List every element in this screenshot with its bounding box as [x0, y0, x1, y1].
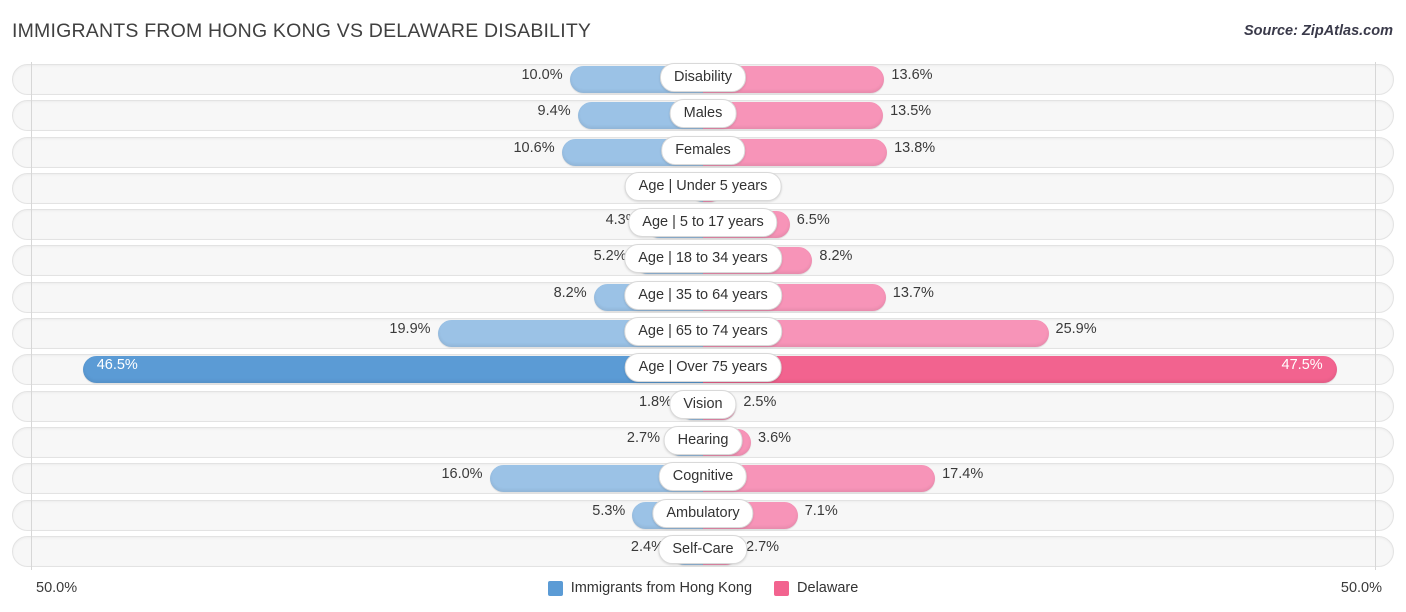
chart-row: 46.5% 47.5% Age | Over 75 years [0, 352, 1406, 388]
category-label: Age | 35 to 64 years [624, 280, 782, 310]
chart-row: 2.4% 2.7% Self-Care [0, 534, 1406, 570]
value-label-left: 2.7% [626, 429, 660, 446]
value-label-left: 10.6% [513, 139, 555, 156]
bar-right [703, 356, 1337, 384]
chart-row: 2.7% 3.6% Hearing [0, 425, 1406, 461]
category-label: Age | 65 to 74 years [624, 317, 782, 347]
category-label: Age | Over 75 years [624, 353, 782, 383]
chart-rows: 10.0% 13.6% Disability 9.4% 13.5% Males 10.6% 1… [0, 62, 1406, 570]
value-label-right: 7.1% [804, 502, 838, 519]
gridline-right [1375, 62, 1376, 570]
chart-row: 9.4% 13.5% Males [0, 98, 1406, 134]
value-label-left: 5.3% [592, 502, 626, 519]
category-label: Hearing [663, 425, 743, 455]
value-label-left: 1.8% [638, 393, 672, 410]
value-label-left: 5.2% [593, 248, 627, 265]
category-label: Age | Under 5 years [624, 171, 782, 201]
chart-row: 5.2% 8.2% Age | 18 to 34 years [0, 243, 1406, 279]
value-label-left: 16.0% [441, 466, 483, 483]
chart-plot-area: 10.0% 13.6% Disability 9.4% 13.5% Males 10.6% 1… [0, 62, 1406, 570]
value-label-right: 25.9% [1055, 321, 1097, 338]
value-label-right: 2.5% [743, 393, 777, 410]
legend-label: Delaware [797, 580, 859, 596]
page-title: IMMIGRANTS FROM HONG KONG VS DELAWARE DI… [12, 20, 592, 42]
category-label: Self-Care [658, 534, 748, 564]
legend-swatch-icon [547, 580, 563, 596]
value-label-right: 47.5% [1281, 357, 1323, 374]
chart-row: 19.9% 25.9% Age | 65 to 74 years [0, 316, 1406, 352]
category-label: Cognitive [658, 462, 748, 492]
value-label-right: 13.5% [890, 103, 932, 120]
category-label: Males [669, 99, 737, 129]
category-label: Vision [669, 389, 737, 419]
chart-row: 16.0% 17.4% Cognitive [0, 461, 1406, 497]
value-label-right: 13.8% [894, 139, 936, 156]
category-label: Ambulatory [652, 498, 754, 528]
category-label: Age | 5 to 17 years [628, 208, 778, 238]
value-label-left: 9.4% [537, 103, 571, 120]
chart-row: 0.95%1.5%Age | Under 5 years [0, 171, 1406, 207]
source-attribution: Source: ZipAtlas.com [1243, 23, 1393, 39]
chart-footer: 50.0% 50.0% Immigrants from Hong Kong Del… [0, 570, 1406, 612]
chart-row: 4.3% 6.5% Age | 5 to 17 years [0, 207, 1406, 243]
chart-header: IMMIGRANTS FROM HONG KONG VS DELAWARE DI… [0, 0, 1406, 62]
value-label-right: 2.7% [746, 538, 780, 555]
legend-swatch-icon [774, 580, 790, 596]
value-label-left: 8.2% [553, 284, 587, 301]
legend-item[interactable]: Delaware [774, 580, 858, 596]
category-label: Disability [659, 63, 747, 92]
value-label-right: 13.7% [892, 284, 934, 301]
chart-legend: Immigrants from Hong Kong Delaware [0, 580, 1406, 596]
value-label-right: 13.6% [891, 67, 933, 83]
value-label-left: 10.0% [521, 67, 563, 83]
value-label-right: 3.6% [758, 429, 792, 446]
value-label-right: 6.5% [796, 212, 830, 229]
value-label-left: 46.5% [96, 357, 138, 374]
gridline-left [31, 62, 32, 570]
category-label: Females [661, 135, 745, 165]
chart-row: 10.6% 13.8% Females [0, 135, 1406, 171]
chart-row: 8.2% 13.7% Age | 35 to 64 years [0, 280, 1406, 316]
chart-row: 10.0% 13.6% Disability [0, 62, 1406, 98]
value-label-right: 17.4% [942, 466, 984, 483]
chart-row: 5.3% 7.1% Ambulatory [0, 498, 1406, 534]
chart-row: 1.8% 2.5% Vision [0, 389, 1406, 425]
bar-left [82, 356, 703, 384]
legend-item[interactable]: Immigrants from Hong Kong [547, 580, 753, 596]
value-label-right: 8.2% [819, 248, 853, 265]
value-label-left: 19.9% [389, 321, 431, 338]
category-label: Age | 18 to 34 years [624, 244, 782, 274]
legend-label: Immigrants from Hong Kong [570, 580, 753, 596]
